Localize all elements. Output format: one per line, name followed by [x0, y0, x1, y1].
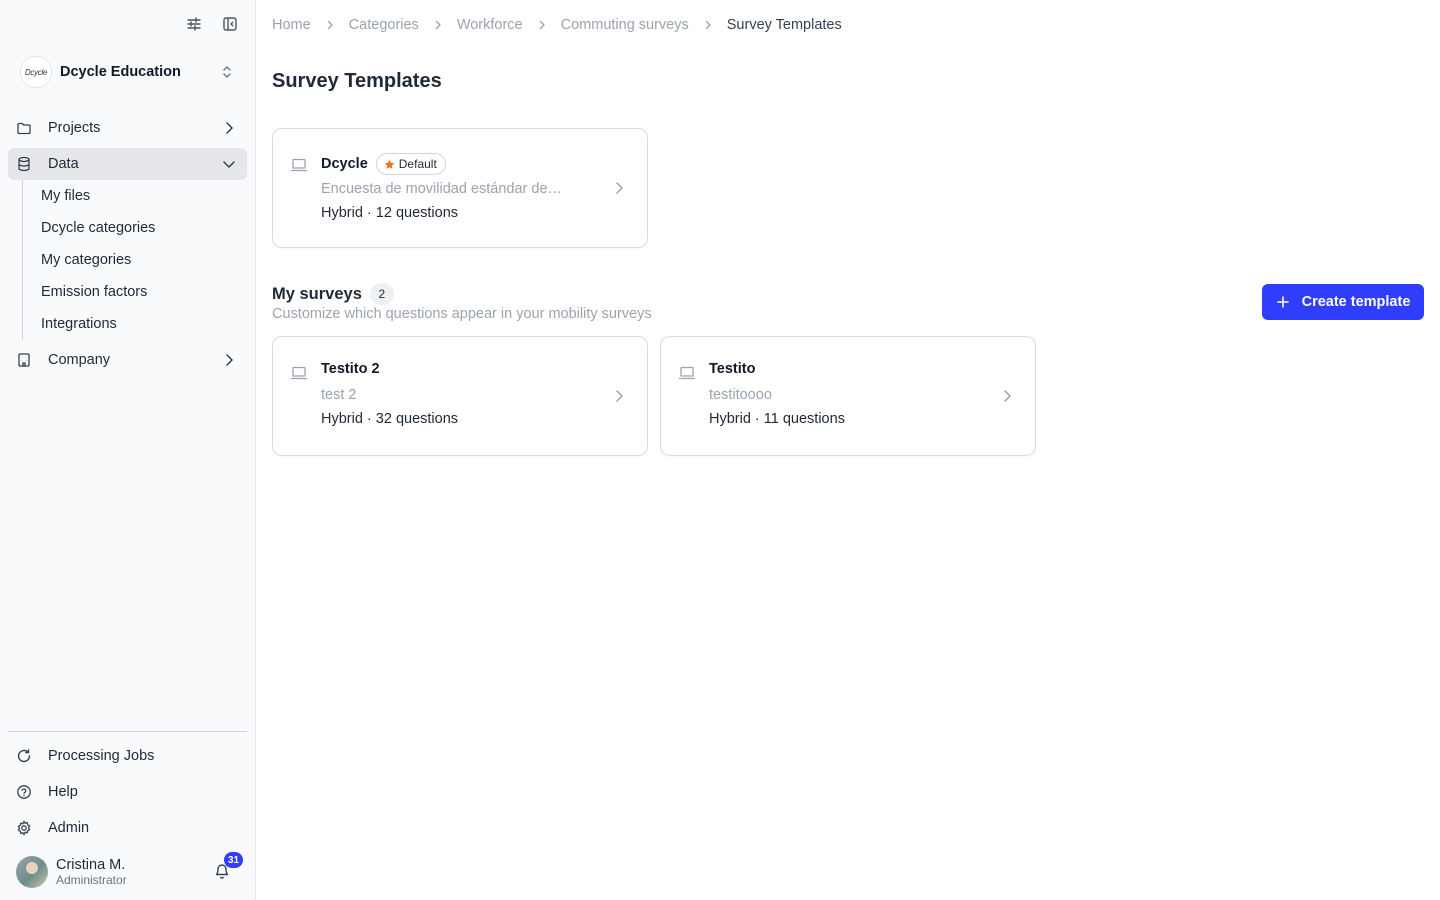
template-card-default[interactable]: Dcycle Default Encuesta de movilidad est… [272, 128, 648, 248]
default-badge: Default [375, 153, 446, 175]
chevron-right-icon [537, 20, 547, 30]
nav-label: Company [48, 352, 111, 368]
subnav-item-dcycle-categories[interactable]: Dcycle categories [41, 212, 247, 244]
card-meta: Hybrid · 12 questions [321, 205, 459, 221]
user-info: Cristina M. Administrator [56, 857, 127, 887]
breadcrumb-categories[interactable]: Categories [349, 17, 419, 33]
breadcrumb-commuting-surveys[interactable]: Commuting surveys [561, 17, 689, 33]
count-badge: 2 [369, 283, 394, 305]
gear-icon [16, 820, 32, 836]
card-title-row: Testito [709, 361, 755, 377]
main-content: Home Categories Workforce Commuting surv… [256, 0, 1440, 900]
create-template-label: Create template [1301, 294, 1411, 310]
user-name: Cristina M. [56, 857, 126, 873]
laptop-icon [678, 365, 696, 384]
nav-label: Projects [48, 120, 101, 136]
collapse-sidebar-icon[interactable] [220, 14, 240, 34]
card-description: Encuesta de movilidad estándar de… [321, 181, 563, 197]
chevron-right-icon [999, 388, 1015, 407]
chevron-down-icon [221, 156, 237, 175]
subnav-item-integrations[interactable]: Integrations [41, 308, 247, 340]
my-surveys-header: My surveys 2 [272, 283, 394, 305]
chevron-right-icon [611, 180, 627, 199]
org-switcher[interactable]: Dcycle Dcycle Education [20, 56, 240, 88]
notification-count-badge: 31 [224, 852, 244, 868]
section-title: My surveys [272, 284, 362, 303]
avatar [16, 856, 48, 888]
create-template-button[interactable]: Create template [1262, 284, 1424, 320]
nav-item-help[interactable]: Help [8, 776, 247, 808]
laptop-icon [290, 365, 308, 384]
database-icon [16, 156, 32, 172]
org-logo: Dcycle [20, 56, 52, 88]
chevron-right-icon [221, 352, 237, 371]
building-icon [16, 352, 32, 368]
card-meta: Hybrid · 11 questions [709, 411, 845, 427]
nav-item-admin[interactable]: Admin [8, 812, 247, 844]
nav-item-projects[interactable]: Projects [8, 112, 247, 144]
chevron-right-icon [611, 388, 627, 407]
default-badge-label: Default [398, 157, 437, 171]
nav-item-company[interactable]: Company [8, 344, 247, 376]
nav-item-processing-jobs[interactable]: Processing Jobs [8, 740, 247, 772]
breadcrumb: Home Categories Workforce Commuting surv… [272, 17, 842, 33]
card-description: testitoooo [709, 387, 772, 403]
help-circle-icon [16, 784, 32, 800]
section-subtitle: Customize which questions appear in your… [272, 306, 652, 322]
card-title-row: Dcycle Default [321, 153, 446, 175]
star-icon [384, 159, 395, 170]
sidebar: Dcycle Dcycle Education Projects Data My… [0, 0, 256, 900]
data-subnav: My files Dcycle categories My categories… [22, 180, 247, 340]
template-card[interactable]: Testito testitoooo Hybrid · 11 questions [660, 336, 1036, 456]
breadcrumb-home[interactable]: Home [272, 17, 311, 33]
card-title: Testito 2 [321, 361, 380, 377]
card-meta: Hybrid · 32 questions [321, 411, 459, 427]
card-description: test 2 [321, 387, 357, 403]
breadcrumb-current: Survey Templates [726, 17, 842, 33]
chevron-right-icon [325, 20, 335, 30]
bottom-nav: Processing Jobs Help Admin [8, 740, 247, 848]
nav-label: Data [48, 156, 79, 172]
nav-item-data[interactable]: Data [8, 148, 247, 180]
sliders-icon[interactable] [184, 14, 204, 34]
user-role: Administrator [56, 873, 127, 887]
chevron-right-icon [221, 120, 237, 139]
sidebar-divider [8, 731, 247, 732]
chevron-right-icon [433, 20, 443, 30]
nav-label: Admin [48, 820, 90, 836]
card-title: Dcycle [321, 156, 368, 172]
sidebar-top-actions [184, 14, 240, 34]
user-profile[interactable]: Cristina M. Administrator 31 [16, 852, 244, 888]
org-name: Dcycle Education [60, 64, 181, 80]
subnav-item-my-categories[interactable]: My categories [41, 244, 247, 276]
card-title: Testito [709, 361, 756, 377]
folder-icon [16, 120, 32, 136]
plus-icon [1276, 295, 1290, 309]
subnav-item-my-files[interactable]: My files [41, 180, 247, 212]
subnav-item-emission-factors[interactable]: Emission factors [41, 276, 247, 308]
template-card[interactable]: Testito 2 test 2 Hybrid · 32 questions [272, 336, 648, 456]
card-title-row: Testito 2 [321, 361, 380, 377]
breadcrumb-workforce[interactable]: Workforce [457, 17, 523, 33]
chevron-right-icon [703, 20, 713, 30]
nav-label: Help [48, 784, 78, 800]
chevrons-up-down-icon [220, 64, 234, 83]
refresh-icon [16, 748, 32, 764]
main-nav: Projects Data My files Dcycle categories… [8, 112, 247, 380]
page-title: Survey Templates [272, 70, 442, 92]
nav-label: Processing Jobs [48, 748, 155, 764]
laptop-icon [290, 157, 308, 176]
